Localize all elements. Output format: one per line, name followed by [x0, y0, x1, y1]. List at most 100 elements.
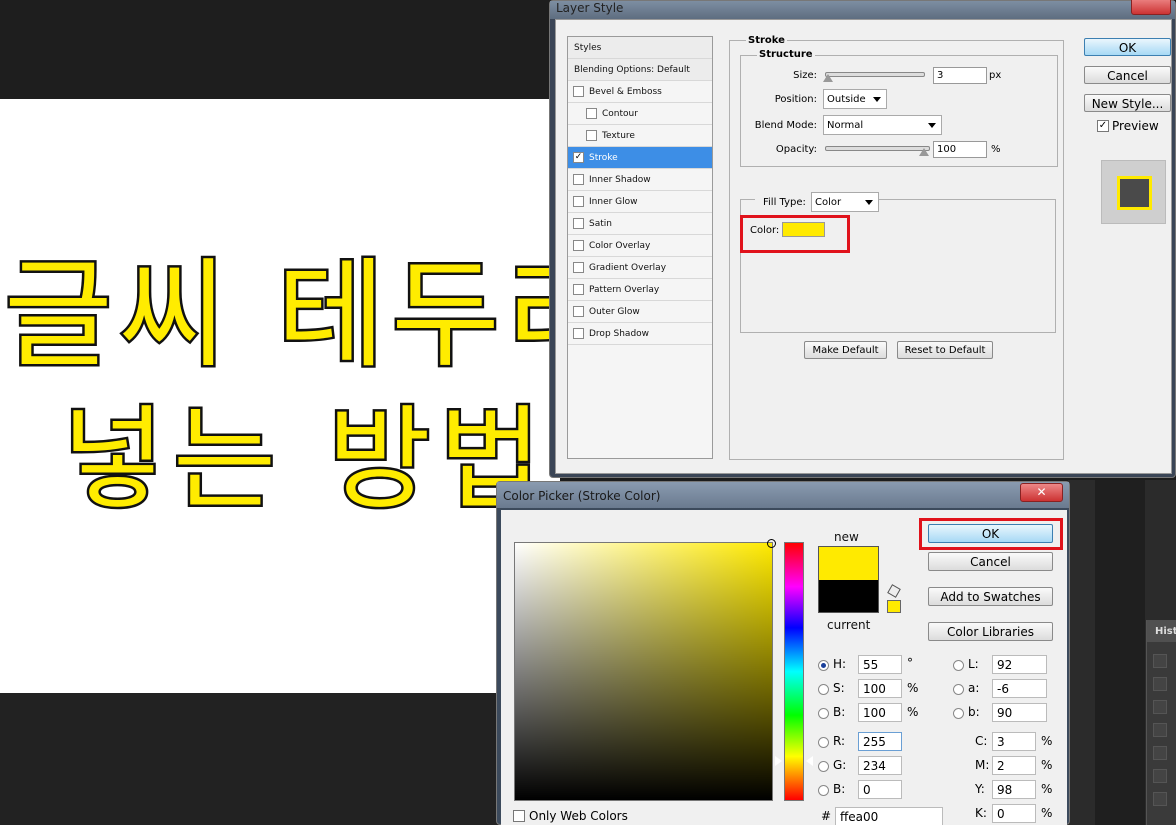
- layer-style-titlebar[interactable]: Layer Style: [550, 0, 1175, 19]
- history-row[interactable]: [1153, 677, 1167, 691]
- color-field-cursor[interactable]: [767, 539, 776, 548]
- green-input[interactable]: 234: [858, 756, 902, 775]
- hue-slider-right-arrow[interactable]: [806, 756, 813, 766]
- saturation-brightness-field[interactable]: [514, 539, 776, 801]
- reset-to-default-button[interactable]: Reset to Default: [897, 341, 993, 359]
- yellow-input[interactable]: 98: [992, 780, 1036, 799]
- add-to-swatches-button[interactable]: Add to Swatches: [928, 587, 1053, 606]
- fill-type-dropdown[interactable]: Color: [811, 192, 879, 212]
- style-checkbox[interactable]: [573, 306, 584, 317]
- style-item-satin[interactable]: Satin: [568, 213, 712, 235]
- history-row[interactable]: [1153, 723, 1167, 737]
- style-checkbox[interactable]: [573, 196, 584, 207]
- current-color-swatch[interactable]: [818, 580, 879, 613]
- black-input[interactable]: 0: [992, 804, 1036, 823]
- hue-slider[interactable]: [784, 542, 804, 801]
- styles-list: Styles Blending Options: Default Bevel &…: [567, 36, 713, 459]
- stroke-color-swatch[interactable]: [782, 222, 825, 237]
- style-item-drop-shadow[interactable]: Drop Shadow: [568, 323, 712, 345]
- style-checkbox[interactable]: [573, 284, 584, 295]
- style-checkbox[interactable]: [573, 262, 584, 273]
- hue-input[interactable]: 55: [858, 655, 902, 674]
- lightness-input[interactable]: 92: [992, 655, 1047, 674]
- style-item-bevel-emboss[interactable]: Bevel & Emboss: [568, 81, 712, 103]
- cyan-input[interactable]: 3: [992, 732, 1036, 751]
- stroke-color-label: Color:: [750, 225, 780, 236]
- style-checkbox[interactable]: [573, 218, 584, 229]
- brightness-input[interactable]: 100: [858, 703, 902, 722]
- style-checkbox[interactable]: ✓: [573, 152, 584, 163]
- hue-slider-left-arrow[interactable]: [775, 756, 782, 766]
- style-item-stroke[interactable]: ✓ Stroke: [568, 147, 712, 169]
- style-item-gradient-overlay[interactable]: Gradient Overlay: [568, 257, 712, 279]
- hex-input[interactable]: ffea00: [835, 807, 943, 825]
- history-row[interactable]: [1153, 769, 1167, 783]
- size-slider-thumb[interactable]: [823, 74, 833, 82]
- canvas-text-line-1: 글씨 테두리: [1, 244, 560, 387]
- saturation-radio[interactable]: [818, 684, 829, 695]
- magenta-input[interactable]: 2: [992, 756, 1036, 775]
- position-dropdown[interactable]: Outside: [823, 89, 887, 109]
- style-item-outer-glow[interactable]: Outer Glow: [568, 301, 712, 323]
- style-item-label: Inner Glow: [589, 197, 638, 207]
- saturation-input[interactable]: 100: [858, 679, 902, 698]
- style-checkbox[interactable]: [586, 130, 597, 141]
- style-checkbox[interactable]: [573, 174, 584, 185]
- web-safe-color-swatch[interactable]: [887, 600, 901, 613]
- b-channel-radio[interactable]: [953, 708, 964, 719]
- blue-radio[interactable]: [818, 785, 829, 796]
- ok-button[interactable]: OK: [1084, 38, 1171, 56]
- style-checkbox[interactable]: [573, 328, 584, 339]
- green-radio[interactable]: [818, 761, 829, 772]
- blue-input[interactable]: 0: [858, 780, 902, 799]
- only-web-colors-checkbox[interactable]: [513, 810, 525, 822]
- style-checkbox[interactable]: [573, 86, 584, 97]
- opacity-input[interactable]: 100: [933, 141, 987, 158]
- fill-type-value: Color: [815, 197, 842, 208]
- color-picker-cancel-button[interactable]: Cancel: [928, 552, 1053, 571]
- style-checkbox[interactable]: [573, 240, 584, 251]
- color-libraries-button[interactable]: Color Libraries: [928, 622, 1053, 641]
- style-item-contour[interactable]: Contour: [568, 103, 712, 125]
- history-row[interactable]: [1153, 700, 1167, 714]
- color-picker-titlebar[interactable]: Color Picker (Stroke Color) ✕: [497, 482, 1069, 508]
- hue-radio[interactable]: [818, 660, 829, 671]
- brightness-radio[interactable]: [818, 708, 829, 719]
- b-channel-input[interactable]: 90: [992, 703, 1047, 722]
- style-item-color-overlay[interactable]: Color Overlay: [568, 235, 712, 257]
- web-safe-cube-icon[interactable]: [887, 584, 901, 598]
- history-row[interactable]: [1153, 792, 1167, 806]
- make-default-button[interactable]: Make Default: [804, 341, 887, 359]
- history-row[interactable]: [1153, 654, 1167, 668]
- style-item-label: Bevel & Emboss: [589, 87, 662, 97]
- styles-list-header[interactable]: Styles: [568, 37, 712, 59]
- a-channel-input[interactable]: -6: [992, 679, 1047, 698]
- opacity-unit: %: [991, 144, 1001, 155]
- blend-mode-dropdown[interactable]: Normal: [823, 115, 942, 135]
- lightness-radio[interactable]: [953, 660, 964, 671]
- style-item-inner-shadow[interactable]: Inner Shadow: [568, 169, 712, 191]
- cancel-button[interactable]: Cancel: [1084, 66, 1171, 84]
- history-row[interactable]: [1153, 746, 1167, 760]
- close-icon[interactable]: ✕: [1020, 483, 1063, 502]
- preview-checkbox[interactable]: ✓: [1097, 120, 1109, 132]
- document-canvas[interactable]: 글씨 테두리 넣는 방법: [0, 99, 560, 693]
- blending-options-item[interactable]: Blending Options: Default: [568, 59, 712, 81]
- size-input[interactable]: 3: [933, 67, 987, 84]
- style-checkbox[interactable]: [586, 108, 597, 119]
- red-input[interactable]: 255: [858, 732, 902, 751]
- new-style-button[interactable]: New Style...: [1084, 94, 1171, 112]
- red-radio[interactable]: [818, 737, 829, 748]
- a-channel-radio[interactable]: [953, 684, 964, 695]
- blend-mode-label: Blend Mode:: [754, 120, 817, 131]
- history-tab[interactable]: Histo: [1147, 620, 1176, 642]
- layer-style-close-button[interactable]: [1131, 0, 1171, 15]
- style-item-inner-glow[interactable]: Inner Glow: [568, 191, 712, 213]
- color-picker-ok-button[interactable]: OK: [928, 524, 1053, 543]
- color-picker-body: new current OK Cancel Add to Swatches Co…: [501, 510, 1067, 825]
- size-slider[interactable]: [825, 72, 925, 77]
- style-item-pattern-overlay[interactable]: Pattern Overlay: [568, 279, 712, 301]
- opacity-slider-thumb[interactable]: [919, 148, 929, 156]
- style-item-texture[interactable]: Texture: [568, 125, 712, 147]
- opacity-slider[interactable]: [825, 146, 930, 151]
